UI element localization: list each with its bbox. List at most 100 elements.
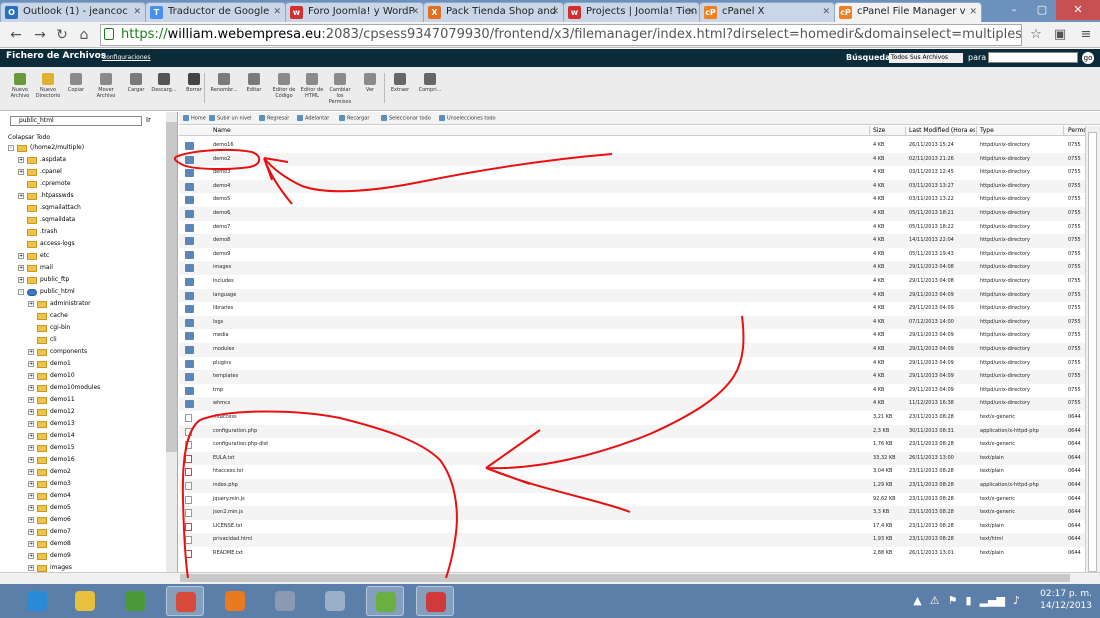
tree-node[interactable]: + .aspdata xyxy=(18,154,66,166)
tab-close-icon[interactable]: ✕ xyxy=(822,3,830,21)
reload-icon[interactable]: ↻ xyxy=(52,25,72,45)
nav-action[interactable]: Regresar xyxy=(259,115,289,122)
taskbar-app[interactable] xyxy=(18,586,56,616)
file-row[interactable]: index.php 1,29 KB 23/11/2013 08:28 applicat… xyxy=(179,479,1085,493)
expand-toggle-icon[interactable]: + xyxy=(28,385,34,391)
tree-node[interactable]: + demo7 xyxy=(28,526,71,538)
nav-action[interactable]: Home xyxy=(183,115,206,122)
expand-toggle-icon[interactable]: + xyxy=(18,277,24,283)
taskbar-app[interactable] xyxy=(166,586,204,616)
expand-toggle-icon[interactable]: + xyxy=(28,541,34,547)
expand-toggle-icon[interactable]: + xyxy=(28,409,34,415)
settings-link[interactable]: Configuraciones xyxy=(102,54,150,61)
expand-toggle-icon[interactable]: + xyxy=(28,505,34,511)
expand-toggle-icon[interactable]: + xyxy=(18,253,24,259)
tree-node[interactable]: + demo5 xyxy=(28,502,71,514)
browser-tab[interactable]: cP cPanel File Manager v ✕ xyxy=(834,2,982,22)
taskbar-app[interactable] xyxy=(66,586,104,616)
toolbar-button[interactable]: Extraer xyxy=(386,73,414,93)
extension-icon[interactable]: ▣ xyxy=(1050,25,1070,45)
browser-tab[interactable]: w Projects | Joomla! Tien ✕ xyxy=(563,2,700,22)
tab-close-icon[interactable]: ✕ xyxy=(411,3,419,21)
file-row[interactable]: logs 4 KB 07/12/2013 14:00 httpd/unix-direc… xyxy=(179,315,1085,330)
col-modified-header[interactable]: Last Modified (Hora está xyxy=(909,127,975,134)
taskbar-app[interactable] xyxy=(416,586,454,616)
collapse-toggle-icon[interactable]: - xyxy=(18,289,24,295)
network-warning-icon[interactable]: ⚠ xyxy=(930,594,940,607)
tab-close-icon[interactable]: ✕ xyxy=(273,3,281,21)
expand-toggle-icon[interactable]: + xyxy=(28,517,34,523)
file-row[interactable]: demo4 4 KB 03/11/2013 13:27 httpd/unix-dire… xyxy=(179,179,1085,194)
toolbar-button[interactable]: Nuevo Archivo xyxy=(6,73,34,99)
toolbar-button[interactable]: Mover Archivo xyxy=(92,73,120,99)
file-row[interactable]: README.txt 2,88 KB 26/11/2013 13:01 text/pl… xyxy=(179,547,1085,561)
signal-icon[interactable]: ▂▄▆ xyxy=(980,594,1005,607)
browser-tab[interactable]: cP cPanel X ✕ xyxy=(699,2,835,22)
tree-node[interactable]: + demo14 xyxy=(28,430,75,442)
tree-node[interactable]: + demo4 xyxy=(28,490,71,502)
toolbar-button[interactable]: Editor de HTML xyxy=(298,73,326,99)
nav-action[interactable]: Subir un nivel xyxy=(209,115,251,122)
sidebar-scroll-thumb[interactable] xyxy=(166,122,177,452)
expand-toggle-icon[interactable]: + xyxy=(18,169,24,175)
expand-toggle-icon[interactable]: + xyxy=(28,361,34,367)
file-row[interactable]: templates 4 KB 29/11/2013 04:09 httpd/unix-… xyxy=(179,370,1085,384)
file-row[interactable]: json2.min.js 3,3 KB 23/11/2013 08:28 text/x… xyxy=(179,506,1085,520)
file-row[interactable]: jquery.min.js 92,62 KB 23/11/2013 08:28 tex… xyxy=(179,493,1085,507)
taskbar-app[interactable] xyxy=(266,586,304,616)
search-input[interactable] xyxy=(988,52,1078,63)
collapse-all-link[interactable]: Colapsar Todo xyxy=(8,134,50,141)
file-row[interactable]: configuration.php-dist 1,76 KB 23/11/2013 … xyxy=(179,438,1085,452)
file-row[interactable]: images 4 KB 29/11/2013 04:08 httpd/unix-dir… xyxy=(179,261,1085,275)
tree-node[interactable]: + demo15 xyxy=(28,442,75,454)
file-row[interactable]: demo8 4 KB 14/11/2013 22:04 httpd/unix-dire… xyxy=(179,234,1085,248)
file-row[interactable]: includes 4 KB 29/11/2013 04:08 httpd/unix-d… xyxy=(179,275,1085,289)
expand-toggle-icon[interactable]: + xyxy=(28,529,34,535)
browser-tab[interactable]: O Outlook (1) - jeancoc ✕ xyxy=(0,2,146,22)
tree-node[interactable]: - (/home2/multiple) xyxy=(8,142,84,154)
toolbar-button[interactable]: Compri... xyxy=(416,73,444,93)
expand-toggle-icon[interactable]: + xyxy=(18,157,24,163)
tab-close-icon[interactable]: ✕ xyxy=(551,3,559,21)
tree-node[interactable]: + administrator xyxy=(28,298,91,310)
back-icon[interactable]: ← xyxy=(6,25,26,45)
file-row[interactable]: .htaccess 3,21 KB 23/11/2013 08:28 text/x-g… xyxy=(179,411,1085,425)
expand-toggle-icon[interactable]: + xyxy=(28,445,34,451)
expand-toggle-icon[interactable]: + xyxy=(28,349,34,355)
search-scope-select[interactable]: Todos Sus Archivos xyxy=(889,53,963,63)
col-type-header[interactable]: Type xyxy=(980,127,994,134)
expand-toggle-icon[interactable]: + xyxy=(28,433,34,439)
path-go-icon[interactable]: Ir xyxy=(146,116,151,124)
url-field[interactable]: https://william.webempresa.eu:2083/cpses… xyxy=(100,24,1022,46)
tree-node[interactable]: + demo10 xyxy=(28,370,75,382)
tree-node[interactable]: + demo8 xyxy=(28,538,71,550)
col-perms-header[interactable]: Perms xyxy=(1068,127,1086,134)
browser-tab[interactable]: w Foro Joomla! y WordP ✕ xyxy=(285,2,424,22)
tab-close-icon[interactable]: ✕ xyxy=(133,3,141,21)
file-row[interactable]: demo9 4 KB 05/11/2013 19:43 httpd/unix-dire… xyxy=(179,248,1085,262)
file-row[interactable]: demo7 4 KB 05/11/2013 18:22 httpd/unix-dire… xyxy=(179,221,1085,235)
tree-node[interactable]: + demo2 xyxy=(28,466,71,478)
minimize-icon[interactable]: – xyxy=(1000,0,1028,20)
expand-toggle-icon[interactable]: + xyxy=(28,373,34,379)
file-row[interactable]: libraries 4 KB 29/11/2013 04:09 httpd/unix-… xyxy=(179,302,1085,316)
tree-node[interactable]: cache xyxy=(28,310,68,322)
tree-node[interactable]: + demo16 xyxy=(28,454,75,466)
path-input[interactable]: public_html xyxy=(10,116,142,126)
file-row[interactable]: htaccess.txt 3,04 KB 23/11/2013 08:28 text/… xyxy=(179,465,1085,479)
file-row[interactable]: tmp 4 KB 29/11/2013 04:09 httpd/unix-direct… xyxy=(179,384,1085,398)
file-row[interactable]: configuration.php 2,3 KB 30/11/2013 08:31 a… xyxy=(179,424,1085,439)
tree-node[interactable]: + demo12 xyxy=(28,406,75,418)
col-size-header[interactable]: Size xyxy=(873,127,885,134)
nav-action[interactable]: Seleccionar todo xyxy=(381,115,431,122)
browser-tab[interactable]: T Traductor de Google ✕ xyxy=(145,2,286,22)
taskbar-app[interactable] xyxy=(216,586,254,616)
file-row[interactable]: demo16 4 KB 26/11/2013 15:24 httpd/unix-dir… xyxy=(179,139,1085,153)
taskbar-app[interactable] xyxy=(116,586,154,616)
browser-tab[interactable]: X Pack Tienda Shop and ✕ xyxy=(423,2,564,22)
expand-toggle-icon[interactable]: + xyxy=(28,301,34,307)
toolbar-button[interactable]: Editor de Código xyxy=(270,73,298,99)
toolbar-button[interactable]: Renombr... xyxy=(210,73,238,93)
col-name-header[interactable]: Name xyxy=(213,127,231,134)
toolbar-button[interactable]: Editar xyxy=(240,73,268,93)
